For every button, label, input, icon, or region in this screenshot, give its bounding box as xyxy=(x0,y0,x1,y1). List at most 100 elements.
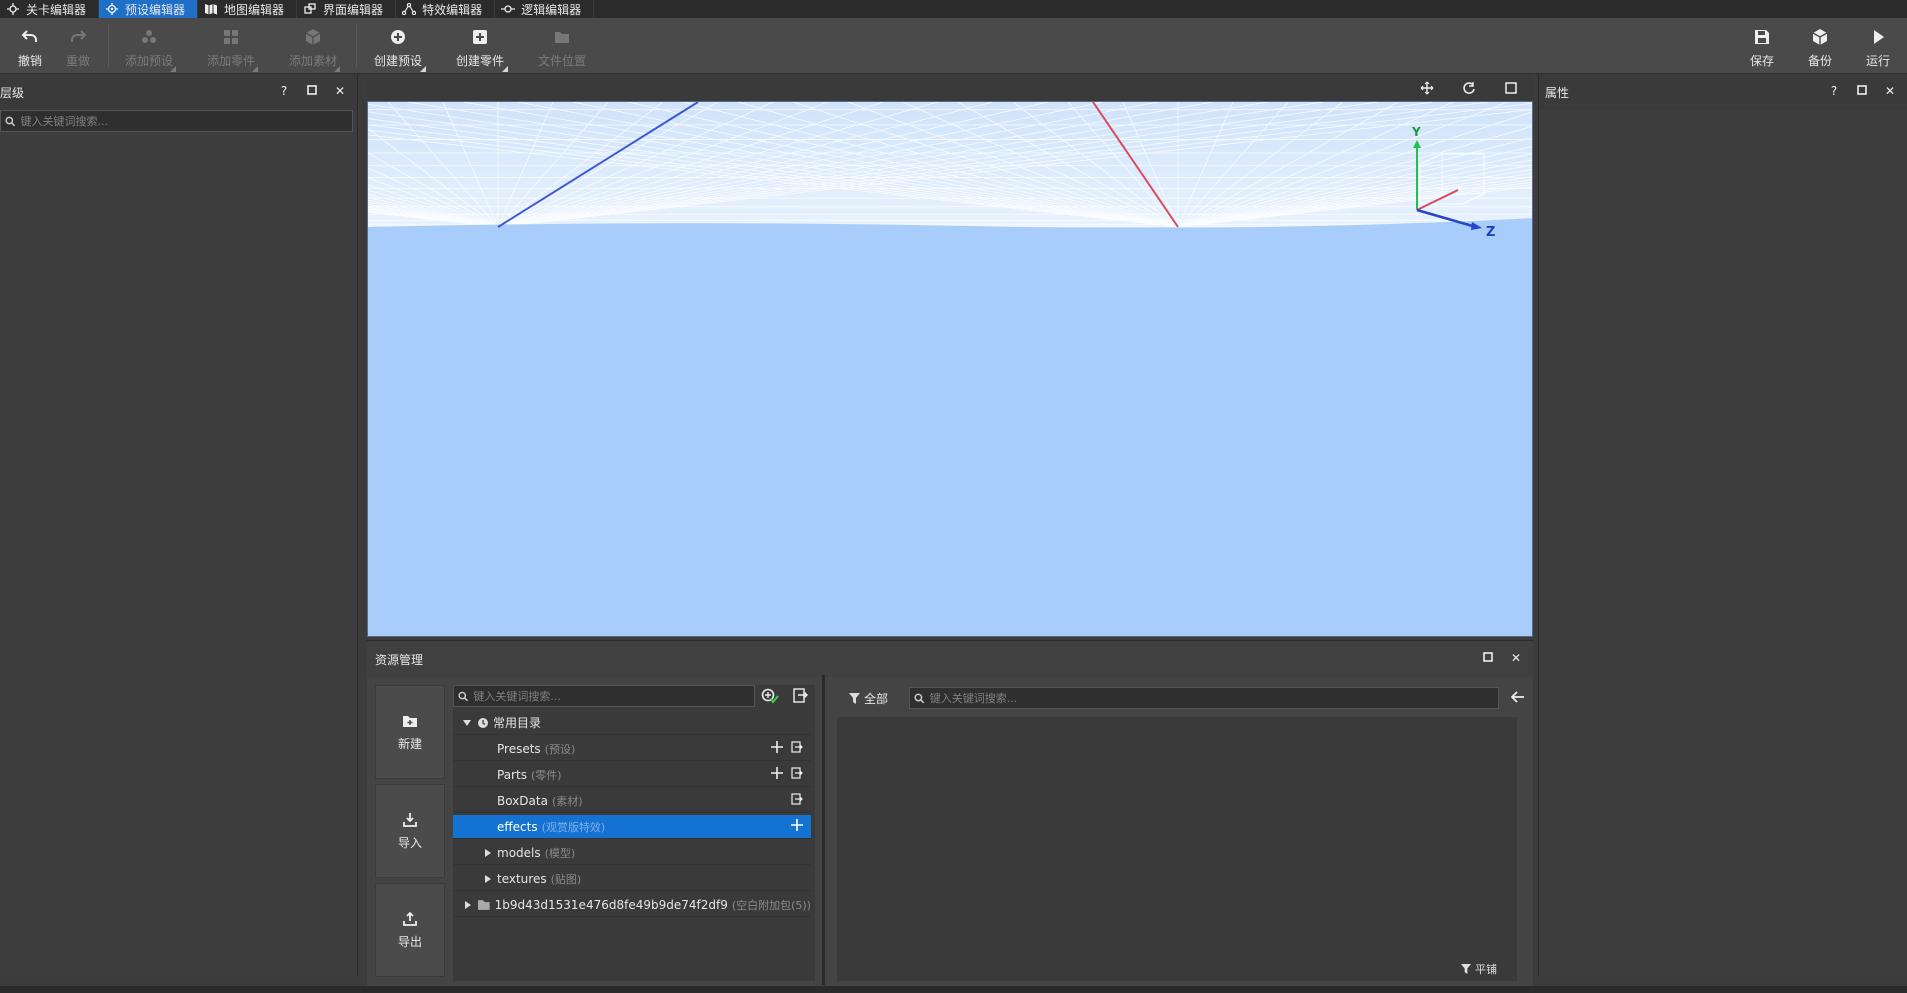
scene-viewport[interactable]: Y Z xyxy=(367,101,1533,637)
file-search-input[interactable] xyxy=(929,691,1498,705)
filter-button[interactable]: 全部 xyxy=(849,690,909,707)
tree-root-favorites[interactable]: 常用目录 xyxy=(453,711,811,735)
run-label: 运行 xyxy=(1865,54,1890,68)
tree-search[interactable] xyxy=(453,685,755,707)
tree-item-name: 1b9d43d1531e476d8fe49b9de74f2df9 xyxy=(494,897,728,912)
gizmo-z-label: Z xyxy=(1486,225,1495,240)
add-part-label: 添加零件 xyxy=(206,54,255,68)
tab-effect-editor[interactable]: 特效编辑器 xyxy=(396,0,496,18)
toolbar: 撤销 重做 添加预设 添加零件 添加素材 创建预设 创建零件 文件位置 保存 备… xyxy=(0,18,1907,74)
tab-label: 界面编辑器 xyxy=(323,2,384,17)
file-location-button[interactable]: 文件位置 xyxy=(532,18,592,74)
search-icon xyxy=(914,693,925,703)
redo-icon xyxy=(71,30,87,42)
tree-item-presets[interactable]: Presets (预设) xyxy=(453,737,811,761)
tab-logic-editor[interactable]: 逻辑编辑器 xyxy=(495,0,595,18)
backup-button[interactable]: 备份 xyxy=(1791,18,1849,74)
locate-icon[interactable] xyxy=(791,793,803,805)
new-button[interactable]: 新建 xyxy=(375,685,445,779)
collapsed-arrow-icon[interactable] xyxy=(465,900,471,909)
tree-root-label: 常用目录 xyxy=(493,716,542,730)
locate-icon[interactable] xyxy=(791,767,803,779)
file-search[interactable] xyxy=(909,687,1499,709)
hierarchy-search[interactable] xyxy=(0,110,353,132)
collapsed-arrow-icon[interactable] xyxy=(485,848,491,857)
resource-header: 资源管理 ✕ xyxy=(367,641,1533,677)
maximize-button[interactable] xyxy=(1855,84,1869,98)
add-icon[interactable] xyxy=(771,767,783,779)
close-button[interactable]: ✕ xyxy=(333,84,347,98)
maximize-button[interactable] xyxy=(305,84,319,98)
locate-icon xyxy=(793,688,808,703)
move-tool-button[interactable] xyxy=(1419,80,1435,96)
file-grid-area[interactable]: 平铺 xyxy=(837,717,1517,981)
help-button[interactable]: ? xyxy=(277,84,291,98)
logic-editor-icon xyxy=(501,2,516,16)
rotate-icon xyxy=(1463,82,1475,94)
add-material-button[interactable]: 添加素材 xyxy=(284,18,342,74)
properties-header: 属性 ? ✕ xyxy=(1539,74,1907,110)
tree-item-sub: (零件) xyxy=(530,768,562,782)
tree-item-sub: (预设) xyxy=(544,742,576,756)
export-button[interactable]: 导出 xyxy=(375,883,445,977)
ui-editor-icon xyxy=(303,2,317,16)
tree-item-package[interactable]: 1b9d43d1531e476d8fe49b9de74f2df9 (空白附加包(… xyxy=(453,893,811,917)
add-part-button[interactable]: 添加零件 xyxy=(202,18,260,74)
run-button[interactable]: 运行 xyxy=(1849,18,1907,74)
tile-view-button[interactable]: 平铺 xyxy=(1461,961,1497,977)
close-button[interactable]: ✕ xyxy=(1883,84,1897,98)
resource-title: 资源管理 xyxy=(375,652,424,667)
maximize-icon xyxy=(1483,652,1493,662)
scale-tool-button[interactable] xyxy=(1503,80,1519,96)
play-icon xyxy=(1874,30,1884,44)
add-preset-button[interactable]: 添加预设 xyxy=(120,18,178,74)
save-button[interactable]: 保存 xyxy=(1733,18,1791,74)
tree-item-models[interactable]: models (模型) xyxy=(453,841,811,865)
panel-splitter[interactable] xyxy=(822,675,825,985)
tab-level-editor[interactable]: 关卡编辑器 xyxy=(0,0,100,18)
export-icon xyxy=(403,911,417,926)
file-browser: 全部 平铺 xyxy=(837,685,1525,981)
search-icon xyxy=(458,691,469,701)
tab-label: 关卡编辑器 xyxy=(26,2,87,17)
tree-search-input[interactable] xyxy=(473,689,754,703)
tile-view-label: 平铺 xyxy=(1475,963,1497,976)
maximize-icon xyxy=(307,85,317,95)
locate-icon[interactable] xyxy=(791,741,803,753)
redo-button[interactable]: 重做 xyxy=(48,18,108,74)
close-button[interactable]: ✕ xyxy=(1509,651,1523,665)
add-favorite-button[interactable] xyxy=(761,688,779,707)
back-button[interactable] xyxy=(1510,690,1525,706)
hierarchy-search-input[interactable] xyxy=(20,114,352,128)
create-part-label: 创建零件 xyxy=(455,54,504,68)
maximize-button[interactable] xyxy=(1481,651,1495,665)
tab-map-editor[interactable]: 地图编辑器 xyxy=(198,0,298,18)
tree-item-boxdata[interactable]: BoxData (素材) xyxy=(453,789,811,813)
level-editor-icon xyxy=(6,2,20,16)
tree-item-effects[interactable]: effects (观赏版特效) xyxy=(453,815,811,839)
add-icon[interactable] xyxy=(771,741,783,753)
favorite-add-icon xyxy=(761,688,779,704)
tree-item-sub: (观赏版特效) xyxy=(541,820,606,834)
rotate-tool-button[interactable] xyxy=(1461,80,1477,96)
tab-preset-editor[interactable]: 预设编辑器 xyxy=(99,0,199,18)
collapsed-arrow-icon[interactable] xyxy=(485,874,491,883)
tree-item-sub: (模型) xyxy=(544,846,576,860)
create-preset-button[interactable]: 创建预设 xyxy=(368,18,428,74)
import-button[interactable]: 导入 xyxy=(375,784,445,878)
create-part-icon xyxy=(473,30,487,44)
tab-label: 地图编辑器 xyxy=(224,2,285,17)
preset-editor-icon xyxy=(105,2,119,16)
dropdown-corner-icon xyxy=(170,66,176,72)
create-part-button[interactable]: 创建零件 xyxy=(450,18,510,74)
move-icon xyxy=(1420,81,1434,95)
help-button[interactable]: ? xyxy=(1827,84,1841,98)
resource-manager-panel: 资源管理 ✕ 新建 导入 导出 键入关键词搜索... 常用目录 Presets … xyxy=(367,640,1533,986)
tree-item-parts[interactable]: Parts (零件) xyxy=(453,763,811,787)
tab-ui-editor[interactable]: 界面编辑器 xyxy=(297,0,397,18)
add-icon[interactable] xyxy=(791,819,803,831)
locate-button[interactable] xyxy=(793,688,808,706)
export-label: 导出 xyxy=(397,934,422,949)
tree-item-textures[interactable]: textures (贴图) xyxy=(453,867,811,891)
tree-item-name: models xyxy=(497,845,541,860)
